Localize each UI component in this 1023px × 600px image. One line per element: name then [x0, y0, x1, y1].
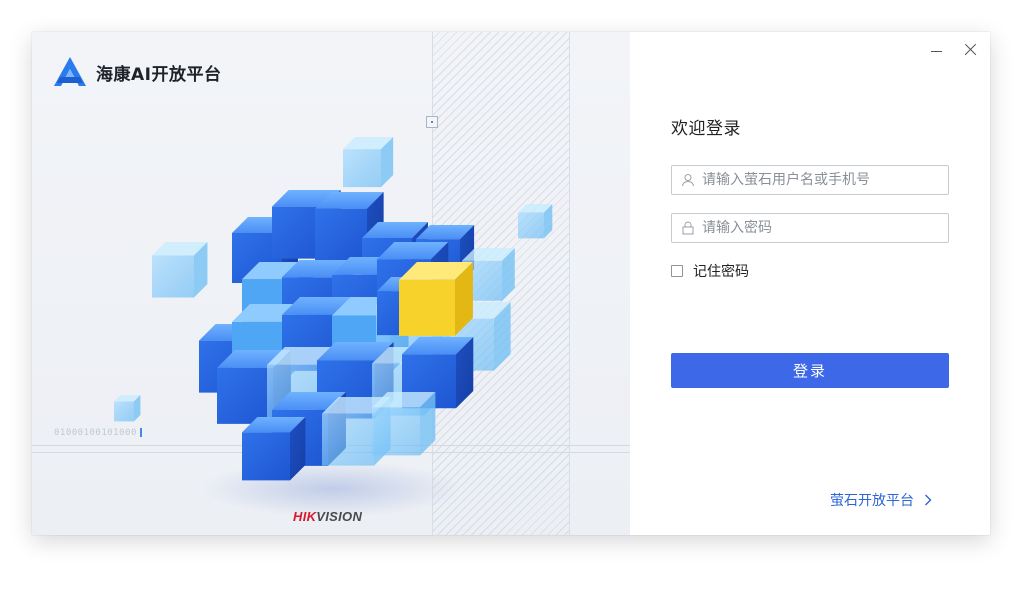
hikvision-logo-prefix: HIK [293, 509, 317, 524]
platform-link-label[interactable]: 萤石开放平台 [830, 490, 914, 510]
cube-shape [372, 392, 436, 456]
login-heading: 欢迎登录 [671, 119, 741, 139]
chevron-right-icon [925, 494, 932, 506]
minimize-button[interactable] [928, 42, 946, 60]
cube-shape [518, 204, 553, 239]
hikvision-logo: HIKVISION [293, 509, 362, 524]
remember-password-checkbox[interactable] [671, 265, 683, 277]
ezviz-platform-link[interactable]: 萤石开放平台 [830, 490, 932, 510]
binary-cursor [140, 428, 142, 437]
user-icon [682, 174, 694, 187]
remember-password-label[interactable]: 记住密码 [693, 261, 749, 281]
app-title: 海康AI开放平台 [96, 64, 222, 85]
login-button[interactable]: 登录 [671, 353, 949, 388]
binary-code-text: 01000100101000 [54, 428, 137, 438]
cube-shape [242, 417, 306, 481]
cube-shape [152, 242, 208, 298]
hikvision-logo-suffix: VISION [316, 509, 363, 524]
username-field[interactable] [671, 165, 949, 195]
login-panel: 欢迎登录 记住密码 登录 萤石开放平台 [630, 32, 990, 535]
login-window: 海康AI开放平台 01000100101000 HIKVISION 欢迎登录 请… [32, 32, 990, 535]
hikvision-ai-logo-icon [54, 57, 86, 86]
hero-panel: 海康AI开放平台 01000100101000 HIKVISION [32, 32, 630, 535]
username-input[interactable] [702, 166, 942, 194]
remember-password[interactable]: 记住密码 [671, 261, 749, 281]
cube-shape [343, 137, 394, 188]
cube-shape [114, 395, 141, 422]
password-input[interactable] [702, 214, 942, 242]
lock-icon [682, 221, 694, 235]
cube-cluster-illustration [114, 137, 553, 517]
close-button[interactable] [961, 40, 981, 60]
password-field[interactable] [671, 213, 949, 243]
cube-shape [399, 262, 473, 336]
brand: 海康AI开放平台 [52, 56, 221, 88]
